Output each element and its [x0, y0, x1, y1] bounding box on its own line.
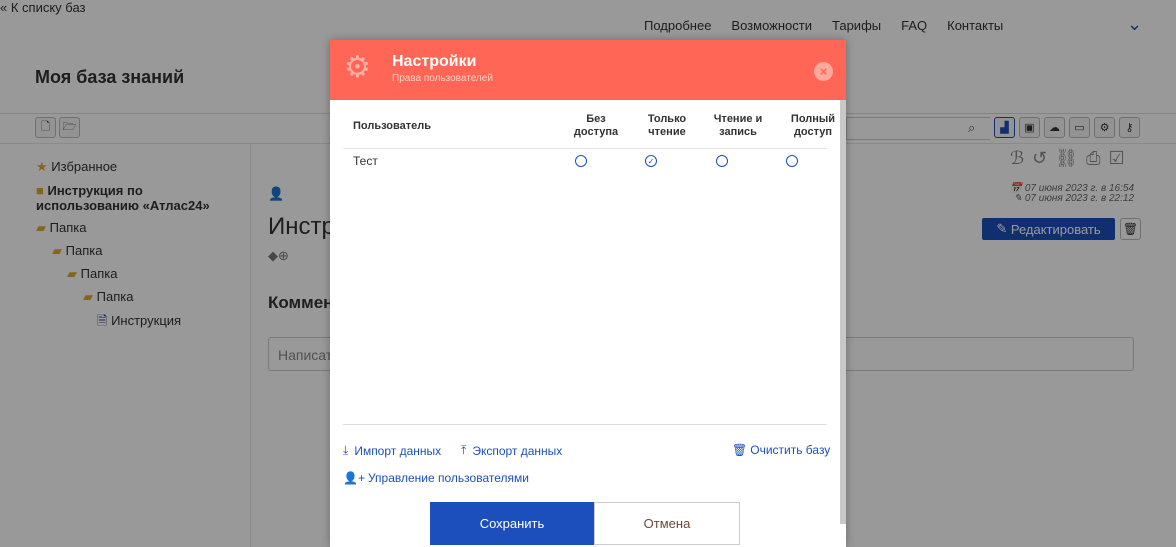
- save-button[interactable]: Сохранить: [430, 502, 594, 545]
- user-name: Тест: [353, 154, 378, 168]
- close-icon[interactable]: ×: [814, 62, 833, 81]
- gears-icon: ⚙: [344, 51, 371, 84]
- divider: [343, 424, 827, 425]
- settings-modal: ⚙ Настройки Права пользователей × Пользо…: [330, 40, 846, 547]
- radio-no-access[interactable]: [575, 155, 587, 167]
- upload-icon: ⤒: [461, 443, 467, 457]
- col-read-only: Только чтение: [647, 113, 687, 138]
- col-read-write: Чтение и запись: [713, 113, 763, 138]
- download-icon: ⤓: [343, 443, 349, 457]
- radio-read-only[interactable]: ✓: [645, 155, 657, 167]
- trash-icon: 🗑: [732, 443, 748, 457]
- user-plus-icon: 👤+: [343, 471, 365, 485]
- export-data-link[interactable]: ⤒ Экспорт данных: [461, 443, 562, 458]
- clear-base-link[interactable]: 🗑 Очистить базу: [732, 443, 830, 457]
- modal-header: ⚙ Настройки Права пользователей ×: [330, 40, 846, 100]
- modal-subtitle: Права пользователей: [392, 73, 493, 84]
- col-no-access: Без доступа: [573, 113, 619, 138]
- modal-title: Настройки: [392, 53, 477, 70]
- scrollbar[interactable]: [840, 100, 846, 524]
- manage-users-link[interactable]: 👤+ Управление пользователями: [343, 471, 529, 485]
- col-full-access: Полный доступ: [790, 113, 836, 138]
- cancel-button[interactable]: Отмена: [594, 502, 740, 545]
- divider: [343, 148, 827, 149]
- radio-read-write[interactable]: [716, 155, 728, 167]
- import-data-link[interactable]: ⤓ Импорт данных: [343, 443, 441, 458]
- radio-full-access[interactable]: [786, 155, 798, 167]
- col-user: Пользователь: [353, 120, 432, 132]
